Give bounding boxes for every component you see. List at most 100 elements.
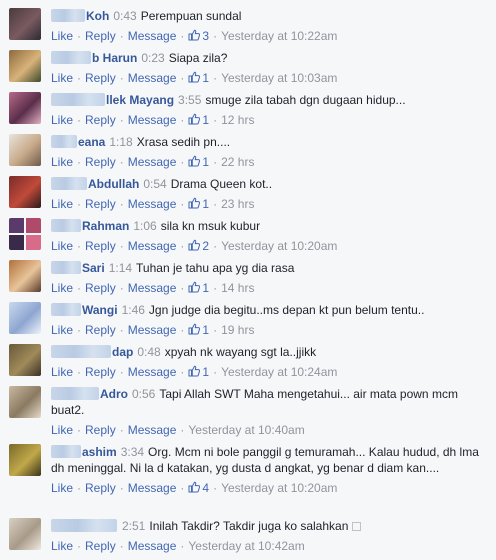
reply-link[interactable]: Reply [85,481,116,495]
like-link[interactable]: Like [51,365,73,379]
comment-timestamp[interactable]: 14 hrs [221,281,254,295]
comment-timestamp[interactable]: 23 hrs [221,197,254,211]
message-link[interactable]: Message [128,113,177,127]
like-count-number[interactable]: 1 [202,323,209,337]
video-duration[interactable]: 1:18 [109,135,132,149]
like-count-number[interactable]: 1 [202,155,209,169]
reply-link[interactable]: Reply [85,281,116,295]
video-duration[interactable]: 1:06 [133,219,156,233]
like-link[interactable]: Like [51,323,73,337]
message-link[interactable]: Message [128,365,177,379]
commenter-name-text[interactable]: eana [78,135,105,149]
avatar[interactable] [9,518,41,550]
avatar[interactable] [9,92,41,124]
commenter-name-text[interactable]: Rahman [82,219,129,233]
like-count[interactable]: 1 [188,281,209,295]
like-link[interactable]: Like [51,71,73,85]
like-count[interactable]: 1 [188,71,209,85]
commenter-name[interactable] [51,518,118,534]
avatar[interactable] [9,176,41,208]
like-count[interactable]: 1 [188,365,209,379]
reply-link[interactable]: Reply [85,71,116,85]
comment-timestamp[interactable]: Yesterday at 10:42am [188,539,304,553]
commenter-name-text[interactable]: Abdullah [88,177,139,191]
comment-timestamp[interactable]: Yesterday at 10:24am [221,365,337,379]
avatar[interactable] [9,134,41,166]
avatar[interactable] [9,8,41,40]
comment-timestamp[interactable]: 22 hrs [221,155,254,169]
like-count-number[interactable]: 2 [202,239,209,253]
message-link[interactable]: Message [128,29,177,43]
comment-timestamp[interactable]: 19 hrs [221,323,254,337]
video-duration[interactable]: 1:14 [109,261,132,275]
commenter-name-text[interactable]: ashim [82,445,117,459]
like-count-number[interactable]: 1 [202,365,209,379]
video-duration[interactable]: 2:51 [122,519,145,533]
like-count[interactable]: 1 [188,323,209,337]
like-link[interactable]: Like [51,423,73,437]
like-link[interactable]: Like [51,113,73,127]
message-link[interactable]: Message [128,281,177,295]
video-duration[interactable]: 1:46 [122,303,145,317]
reply-link[interactable]: Reply [85,197,116,211]
commenter-name[interactable]: ashim [51,444,117,460]
commenter-name-text[interactable]: llek Mayang [106,93,174,107]
like-count-number[interactable]: 1 [202,71,209,85]
message-link[interactable]: Message [128,323,177,337]
commenter-name[interactable]: Rahman [51,218,129,234]
commenter-name-text[interactable]: Sari [82,261,105,275]
reply-link[interactable]: Reply [85,539,116,553]
message-link[interactable]: Message [128,155,177,169]
commenter-name[interactable]: eana [51,134,105,150]
like-link[interactable]: Like [51,155,73,169]
comment-timestamp[interactable]: 12 hrs [221,113,254,127]
like-link[interactable]: Like [51,539,73,553]
like-count[interactable]: 4 [188,481,209,495]
like-link[interactable]: Like [51,239,73,253]
like-count-number[interactable]: 4 [202,481,209,495]
reply-link[interactable]: Reply [85,29,116,43]
like-count[interactable]: 1 [188,197,209,211]
commenter-name[interactable]: dap [51,344,133,360]
avatar[interactable] [9,218,41,250]
commenter-name-text[interactable]: Koh [86,9,109,23]
message-link[interactable]: Message [128,423,177,437]
comment-timestamp[interactable]: Yesterday at 10:22am [221,29,337,43]
reply-link[interactable]: Reply [85,323,116,337]
like-count[interactable]: 1 [188,113,209,127]
video-duration[interactable]: 0:54 [143,177,166,191]
like-link[interactable]: Like [51,197,73,211]
like-link[interactable]: Like [51,29,73,43]
commenter-name[interactable]: Adro [51,386,128,402]
video-duration[interactable]: 0:23 [141,51,164,65]
commenter-name[interactable]: Koh [51,8,109,24]
commenter-name-text[interactable]: dap [112,345,133,359]
message-link[interactable]: Message [128,481,177,495]
video-duration[interactable]: 0:56 [132,387,155,401]
like-count[interactable]: 3 [188,29,209,43]
message-link[interactable]: Message [128,539,177,553]
reply-link[interactable]: Reply [85,239,116,253]
avatar[interactable] [9,444,41,476]
like-count[interactable]: 1 [188,155,209,169]
like-count-number[interactable]: 3 [202,29,209,43]
avatar[interactable] [9,260,41,292]
avatar[interactable] [9,386,41,418]
video-duration[interactable]: 0:48 [137,345,160,359]
video-duration[interactable]: 3:55 [178,93,201,107]
comment-timestamp[interactable]: Yesterday at 10:20am [221,239,337,253]
commenter-name[interactable]: Wangi [51,302,118,318]
video-duration[interactable]: 3:34 [121,445,144,459]
commenter-name-text[interactable]: b Harun [92,51,137,65]
avatar[interactable] [9,50,41,82]
commenter-name[interactable]: Sari [51,260,105,276]
avatar[interactable] [9,302,41,334]
like-count-number[interactable]: 1 [202,197,209,211]
like-count-number[interactable]: 1 [202,113,209,127]
commenter-name-text[interactable]: Wangi [82,303,118,317]
comment-timestamp[interactable]: Yesterday at 10:20am [221,481,337,495]
message-link[interactable]: Message [128,197,177,211]
reply-link[interactable]: Reply [85,113,116,127]
like-count[interactable]: 2 [188,239,209,253]
avatar[interactable] [9,344,41,376]
